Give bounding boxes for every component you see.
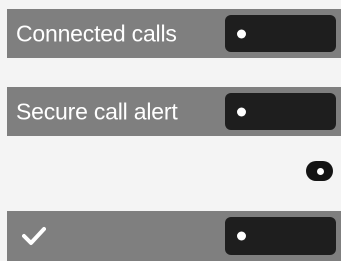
connected-calls-label: Connected calls — [16, 20, 177, 46]
connected-calls-row: Connected calls — [7, 9, 341, 58]
toggle-knob — [237, 231, 246, 241]
secure-call-alert-toggle[interactable] — [225, 93, 336, 130]
checked-option-row[interactable] — [7, 211, 341, 261]
secure-call-alert-row: Secure call alert — [7, 87, 341, 136]
toggle-knob — [317, 168, 324, 175]
checked-option-toggle[interactable] — [225, 217, 336, 255]
connected-calls-toggle[interactable] — [225, 15, 336, 52]
secure-call-alert-label: Secure call alert — [16, 98, 178, 124]
toggle-knob — [237, 29, 246, 38]
small-toggle-switch[interactable] — [306, 161, 333, 181]
toggle-knob — [237, 107, 246, 116]
checkmark-icon — [22, 227, 46, 245]
